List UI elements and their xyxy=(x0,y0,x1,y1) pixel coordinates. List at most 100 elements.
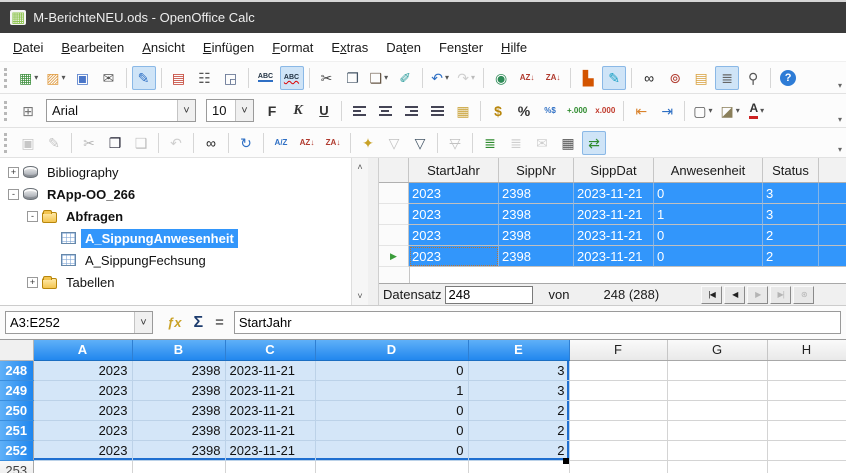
grid-cell[interactable]: 2398 xyxy=(499,246,574,267)
tree-item-abfragen[interactable]: -Abfragen xyxy=(0,205,368,227)
cell-d249[interactable]: 1 xyxy=(315,380,468,400)
find-and-replace-button[interactable]: ∞ xyxy=(637,66,661,90)
insert-chart-button[interactable]: ▙ xyxy=(576,66,600,90)
background-color-button[interactable]: ◪▾ xyxy=(718,99,743,123)
align-right-button[interactable] xyxy=(399,99,423,123)
zoom-button[interactable]: ⚲ xyxy=(741,66,765,90)
row-header-251[interactable]: 251 xyxy=(0,420,33,440)
pane-splitter[interactable] xyxy=(368,158,378,305)
grid-row-header[interactable] xyxy=(379,204,409,225)
add-decimal-place-button[interactable]: +.000 xyxy=(564,99,590,123)
row-header-253[interactable]: 253 xyxy=(0,460,33,473)
cell-d251[interactable]: 0 xyxy=(315,420,468,440)
align-left-button[interactable] xyxy=(347,99,371,123)
column-header-b[interactable]: B xyxy=(132,340,225,360)
toolbar-overflow-icon[interactable]: ▾ xyxy=(838,81,842,90)
cell-g253[interactable] xyxy=(667,460,767,473)
cell-b249[interactable]: 2398 xyxy=(132,380,225,400)
delete-decimal-place-button[interactable]: x.000 xyxy=(592,99,618,123)
menu-item-fenster[interactable]: Fenster xyxy=(430,36,492,59)
chevron-down-icon[interactable]: ▾ xyxy=(445,73,449,82)
sort-descending-button[interactable]: ZA↓ xyxy=(541,66,565,90)
cell-h253[interactable] xyxy=(767,460,846,473)
collapse-minus-icon[interactable]: - xyxy=(27,211,38,222)
function-wizard-button[interactable]: ƒx xyxy=(167,315,181,330)
styles-window-button[interactable]: ⊞ xyxy=(16,99,40,123)
grid-cell[interactable]: 2023-11-21 xyxy=(574,225,654,246)
cell-e250[interactable]: 2 xyxy=(468,400,569,420)
toolbar-overflow-icon[interactable]: ▾ xyxy=(838,145,842,154)
cell-a248[interactable]: 2023 xyxy=(33,360,132,380)
cell-b251[interactable]: 2398 xyxy=(132,420,225,440)
cell-b252[interactable]: 2398 xyxy=(132,440,225,460)
chevron-down-icon[interactable]: ▾ xyxy=(61,73,65,82)
grid-cell[interactable]: 3 xyxy=(763,183,819,204)
cell-b253[interactable] xyxy=(132,460,225,473)
borders-button[interactable]: ▢▾ xyxy=(690,99,715,123)
row-header-249[interactable]: 249 xyxy=(0,380,33,400)
cell-d250[interactable]: 0 xyxy=(315,400,468,420)
cell-b250[interactable]: 2398 xyxy=(132,400,225,420)
cell-a251[interactable]: 2023 xyxy=(33,420,132,440)
hyperlink-button[interactable]: ◉ xyxy=(489,66,513,90)
tree-item-a_sippunganwesenheit[interactable]: A_SippungAnwesenheit xyxy=(0,227,368,249)
number-format-percent-button[interactable]: % xyxy=(512,99,536,123)
export-pdf-button[interactable]: ▤ xyxy=(167,66,191,90)
save-document-button[interactable]: ▣ xyxy=(71,66,95,90)
cell-f253[interactable] xyxy=(569,460,667,473)
tree-item-a_sippungfechsung[interactable]: A_SippungFechsung xyxy=(0,249,368,271)
toolbar-overflow-icon[interactable]: ▾ xyxy=(838,115,842,124)
grid-cell[interactable]: 0 xyxy=(654,183,763,204)
grid-cell[interactable]: 2398 xyxy=(499,204,574,225)
cell-f249[interactable] xyxy=(569,380,667,400)
row-header-250[interactable]: 250 xyxy=(0,400,33,420)
grid-column-header-startjahr[interactable]: StartJahr xyxy=(409,158,499,182)
menu-item-einfügen[interactable]: Einfügen xyxy=(194,36,263,59)
data-sources-button[interactable]: ≣ xyxy=(715,66,739,90)
tree-item-rapp-oo_266[interactable]: -RApp-OO_266 xyxy=(0,183,368,205)
send-email-button[interactable]: ✉ xyxy=(97,66,121,90)
name-box[interactable]: A3:E252 ˅ xyxy=(5,311,153,334)
cell-e252[interactable]: 2 xyxy=(468,440,569,460)
underline-button[interactable]: U xyxy=(312,99,336,123)
grid-column-header-anwesenheit[interactable]: Anwesenheit xyxy=(654,158,763,182)
italic-button[interactable]: K xyxy=(286,99,310,123)
help-button[interactable]: ? xyxy=(776,66,800,90)
toolbar-grip[interactable] xyxy=(4,101,10,121)
align-justify-button[interactable] xyxy=(425,99,449,123)
column-header-d[interactable]: D xyxy=(315,340,468,360)
cell-f250[interactable] xyxy=(569,400,667,420)
cell-c249[interactable]: 2023-11-21 xyxy=(225,380,315,400)
grid-column-header-sippdat[interactable]: SippDat xyxy=(574,158,654,182)
grid-row-header[interactable] xyxy=(379,225,409,246)
sort-button[interactable]: A/Z xyxy=(269,131,293,155)
cell-h252[interactable] xyxy=(767,440,846,460)
grid-cell[interactable]: 2023 xyxy=(409,246,499,267)
cell-c250[interactable]: 2023-11-21 xyxy=(225,400,315,420)
cell-g251[interactable] xyxy=(667,420,767,440)
cell-a249[interactable]: 2023 xyxy=(33,380,132,400)
auto-filter-button[interactable]: ✦ xyxy=(356,131,380,155)
grid-row-header[interactable]: ▶ xyxy=(379,246,409,267)
chevron-down-icon[interactable]: ▾ xyxy=(471,73,475,82)
clone-formatting-button[interactable]: ✐ xyxy=(393,66,417,90)
cell-a253[interactable] xyxy=(33,460,132,473)
grid-cell[interactable]: 2 xyxy=(763,225,819,246)
tree-item-tabellen[interactable]: +Tabellen xyxy=(0,271,368,293)
column-header-c[interactable]: C xyxy=(225,340,315,360)
cell-h250[interactable] xyxy=(767,400,846,420)
grid-cell[interactable]: 2023-11-21 xyxy=(574,204,654,225)
auto-spellcheck-button[interactable]: ABC xyxy=(280,66,304,90)
cell-g252[interactable] xyxy=(667,440,767,460)
scroll-up-icon[interactable]: ˄ xyxy=(357,162,362,172)
cell-f252[interactable] xyxy=(569,440,667,460)
row-header-252[interactable]: 252 xyxy=(0,440,33,460)
cell-h251[interactable] xyxy=(767,420,846,440)
cut-button[interactable]: ✂ xyxy=(315,66,339,90)
cell-b248[interactable]: 2398 xyxy=(132,360,225,380)
increase-indent-button[interactable]: ⇥ xyxy=(655,99,679,123)
new-document-button[interactable]: ▦▾ xyxy=(16,66,41,90)
toolbar-grip[interactable] xyxy=(4,133,10,153)
grid-row[interactable]: 202323982023-11-2102 xyxy=(379,225,846,246)
menu-item-extras[interactable]: Extras xyxy=(322,36,377,59)
